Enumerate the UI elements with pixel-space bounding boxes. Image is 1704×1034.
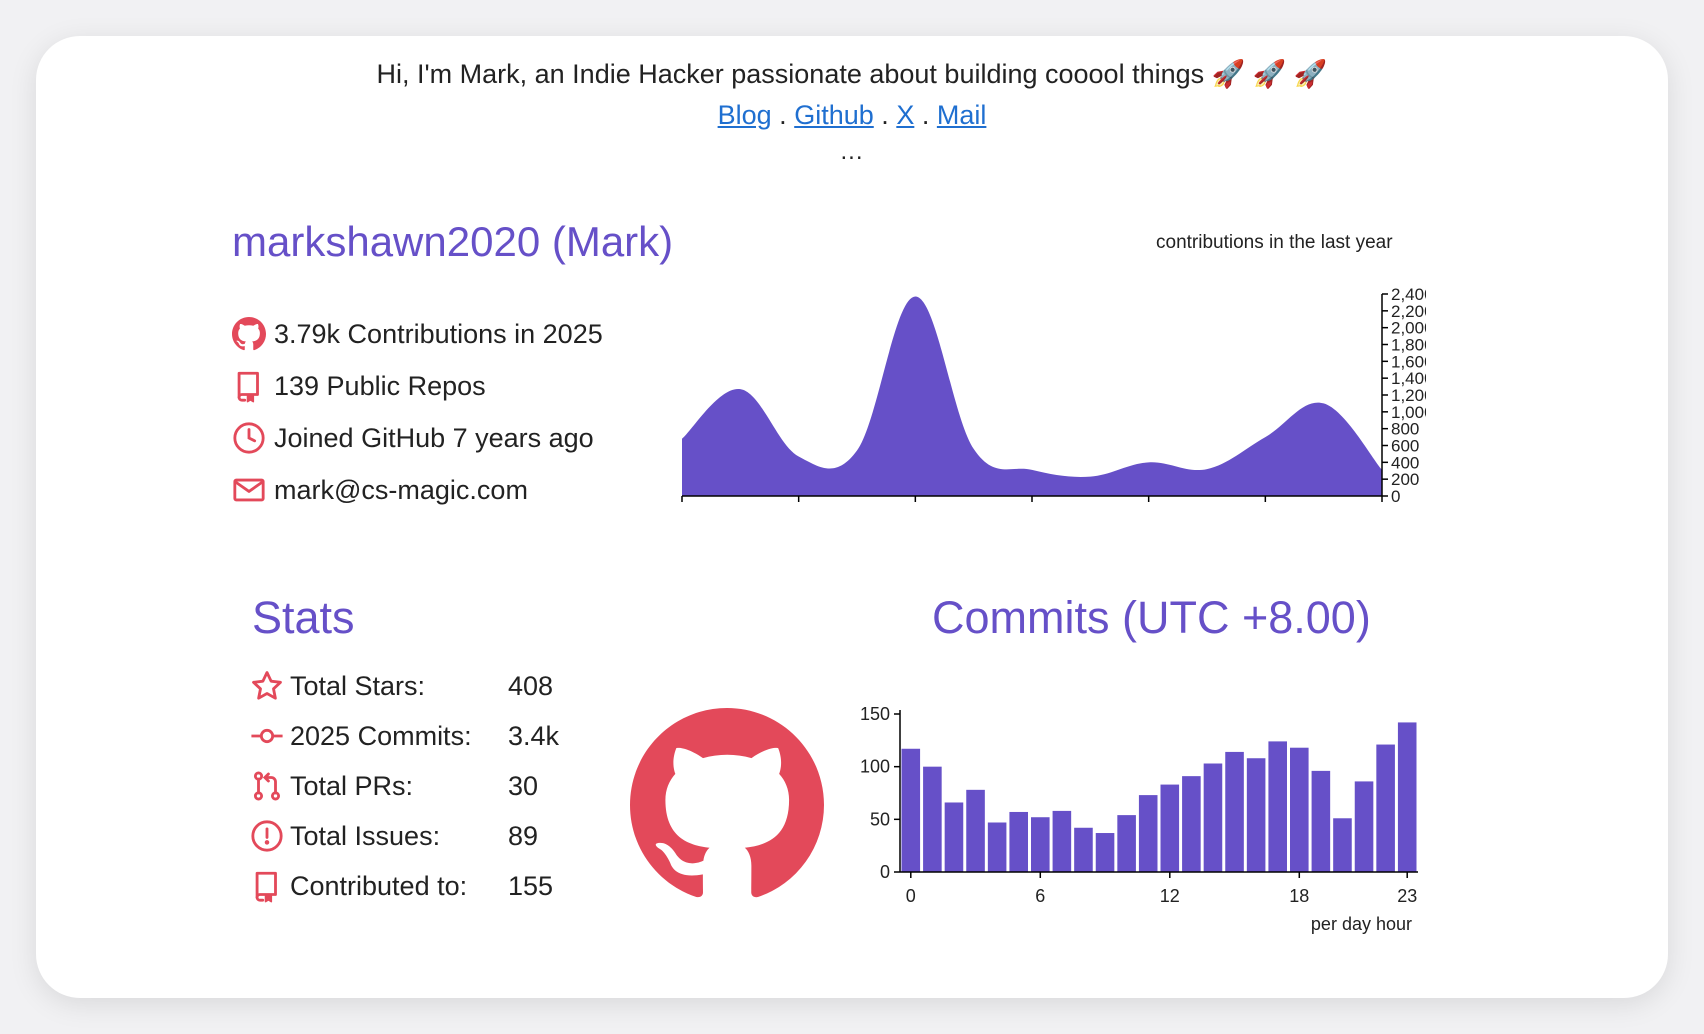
commit-bar [944,802,964,872]
stat-commits: 2025 Commits: 3.4k [250,718,590,754]
y-tick-label: 800 [1391,420,1419,439]
repos-text: 139 Public Repos [274,370,486,401]
clock-icon [233,422,265,454]
mail-link[interactable]: Mail [937,100,987,130]
blog-link[interactable]: Blog [718,100,772,130]
github-logo-icon [630,708,824,902]
star-icon [252,671,282,700]
y-tick-label: 1,000 [1391,403,1426,422]
repo-icon [237,371,259,403]
intro-text: Hi, I'm Mark, an Indie Hacker passionate… [376,59,1328,89]
commit-bar [1290,747,1309,872]
y-tick-label: 0 [1391,487,1400,506]
contributions-area-chart: 24/0824/1024/1225/0225/0425/0625/0802004… [681,285,1426,506]
profile-repos: 139 Public Repos [232,368,652,404]
github-link[interactable]: Github [794,100,874,130]
commit-bar [1246,758,1266,872]
commit-bar [1074,827,1093,872]
social-links: Blog . Github . X . Mail [36,100,1668,131]
commit-bar [1376,744,1395,872]
x-axis-label: per day hour [1311,914,1412,934]
commits-bar-chart: 0 50 100 150 0 6 12 18 23 per day hour [860,704,1418,934]
y-tick-label: 600 [1391,437,1419,456]
profile-card: Hi, I'm Mark, an Indie Hacker passionate… [36,36,1668,998]
y-tick-label: 150 [860,704,890,724]
email-text: mark@cs-magic.com [274,474,528,505]
commit-bar [1225,751,1244,872]
y-tick-label: 50 [870,809,890,829]
commit-bar [1095,833,1115,872]
pull-request-icon [253,771,281,801]
y-tick-label: 2,400 [1391,285,1426,304]
stat-contributed-to: Contributed to: 155 [250,868,590,904]
y-tick-label: 2,000 [1391,319,1426,338]
link-separator: . [881,100,889,130]
github-icon [232,317,266,351]
commit-bar [1138,795,1158,872]
x-tick-label: 6 [1035,886,1045,906]
mail-icon [233,478,265,502]
stat-value: 30 [508,770,539,801]
commit-bar [1397,722,1417,872]
profile-joined: Joined GitHub 7 years ago [232,420,652,456]
y-tick-label: 1,600 [1391,352,1426,371]
commit-bar [1031,817,1050,872]
commit-bar [987,822,1007,872]
x-tick-label: 12 [1160,886,1180,906]
stat-total-stars: Total Stars: 408 [250,668,590,704]
y-tick-label: 1,200 [1391,386,1426,405]
profile-email: mark@cs-magic.com [232,472,652,508]
commits-title: Commits (UTC +8.00) [932,592,1371,643]
commit-bar [901,748,921,872]
stat-label: Total Issues: [290,820,441,851]
commit-bar [1117,815,1136,872]
commit-bar [1354,781,1374,872]
commit-bar [923,766,942,872]
issue-icon [251,820,283,852]
joined-text: Joined GitHub 7 years ago [274,422,594,453]
link-separator: . [779,100,787,130]
contributions-text: 3.79k Contributions in 2025 [274,318,603,349]
commit-bar [1268,741,1287,872]
stats-title: Stats [252,592,355,643]
stat-value: 3.4k [508,720,560,751]
profile-contributions: 3.79k Contributions in 2025 [232,316,652,352]
y-tick-label: 2,200 [1391,302,1426,321]
stat-value: 155 [508,870,554,901]
commit-bar [966,789,985,872]
stat-value: 408 [508,670,554,701]
stat-label: Total Stars: [290,670,426,701]
y-tick-label: 400 [1391,453,1419,472]
stat-prs: Total PRs: 30 [250,768,590,804]
commit-bar [1182,776,1201,872]
commit-icon [251,728,283,744]
stat-label: Contributed to: [290,870,468,901]
y-tick-label: 0 [880,862,890,882]
stat-issues: Total Issues: 89 [250,818,590,854]
commit-bar [1333,818,1352,872]
x-tick-label: 18 [1289,886,1309,906]
ellipsis: ... [840,138,864,165]
commit-bar [1009,811,1028,872]
contributions-area [682,296,1382,496]
y-tick-label: 100 [860,757,890,777]
y-tick-label: 200 [1391,470,1419,489]
commit-bar [1160,784,1180,872]
y-tick-label: 1,400 [1391,369,1426,388]
repo-icon [255,871,277,903]
x-tick-label: 23 [1397,886,1417,906]
stat-value: 89 [508,820,539,851]
stat-label: 2025 Commits: [290,720,472,751]
link-separator: . [921,100,930,130]
x-link[interactable]: X [896,100,914,130]
x-tick-label: 0 [906,886,916,906]
y-tick-label: 1,800 [1391,336,1426,355]
stat-label: Total PRs: [290,770,414,801]
commit-bar [1052,810,1072,872]
commit-bar [1311,770,1331,872]
commit-bar [1203,763,1223,872]
